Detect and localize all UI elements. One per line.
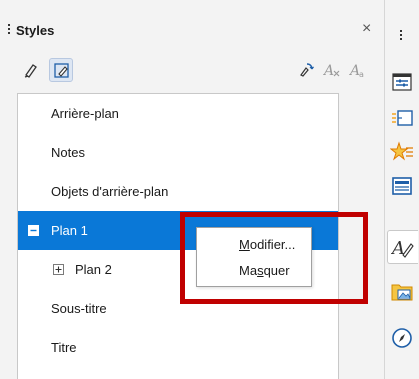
tab-slide-transition[interactable] <box>390 106 414 130</box>
list-item-label: Plan 1 <box>51 223 88 238</box>
new-style-icon: A <box>323 63 340 79</box>
fill-format-mode-icon <box>24 64 37 78</box>
svg-text:a: a <box>359 70 364 79</box>
update-style-icon <box>300 63 314 77</box>
svg-text:A: A <box>391 238 405 259</box>
tab-gallery[interactable] <box>390 280 414 304</box>
tab-bar-menu-grip[interactable] <box>400 30 402 42</box>
panel-title: Styles <box>16 23 55 38</box>
close-panel-button[interactable]: × <box>362 18 371 40</box>
tab-properties[interactable] <box>390 70 414 94</box>
list-item-label: Objets d'arrière-plan <box>51 184 169 199</box>
list-item-arriere-plan[interactable]: Arrière-plan <box>18 94 338 133</box>
style-actions-button[interactable]: A a <box>346 58 370 82</box>
panel-grip-handle[interactable] <box>8 24 11 38</box>
collapse-icon[interactable] <box>28 225 39 236</box>
master-slides-icon <box>392 177 412 195</box>
list-item-objets-arriere-plan[interactable]: Objets d'arrière-plan <box>18 172 338 211</box>
tab-navigator[interactable] <box>390 326 414 350</box>
new-style-from-selection-button[interactable] <box>49 58 73 82</box>
properties-icon <box>392 73 412 91</box>
list-item-label: Arrière-plan <box>51 106 119 121</box>
new-style-from-selection-icon <box>54 63 69 78</box>
list-item-notes[interactable]: Notes <box>18 133 338 172</box>
annotation-highlight-box <box>180 212 368 304</box>
tab-master-slides[interactable] <box>390 174 414 198</box>
animation-icon <box>389 141 413 161</box>
deck-tab-bar: A <box>384 0 419 379</box>
svg-text:A: A <box>323 63 334 79</box>
style-actions-icon: A a <box>349 63 364 79</box>
list-item-label: Sous-titre <box>51 301 107 316</box>
slide-transition-icon <box>392 110 413 126</box>
gallery-icon <box>391 284 413 301</box>
update-style-button[interactable] <box>294 58 318 82</box>
list-item-titre[interactable]: Titre <box>18 328 338 367</box>
tab-animation[interactable] <box>389 140 414 164</box>
list-item-label: Plan 2 <box>75 262 112 277</box>
list-item-label: Notes <box>51 145 85 160</box>
list-item-label: Titre <box>51 340 77 355</box>
expand-icon[interactable] <box>53 264 64 275</box>
styles-icon: A <box>391 238 414 259</box>
styles-deck-panel: Styles × A A a Arrière-plan Notes Objets… <box>0 0 384 379</box>
navigator-icon <box>392 328 412 348</box>
panel-titlebar: Styles × <box>0 14 384 48</box>
new-style-button[interactable]: A <box>320 58 344 82</box>
tab-styles[interactable]: A <box>387 230 418 264</box>
styles-toolbar: A A a <box>0 54 384 90</box>
fill-format-mode-button[interactable] <box>20 58 44 82</box>
